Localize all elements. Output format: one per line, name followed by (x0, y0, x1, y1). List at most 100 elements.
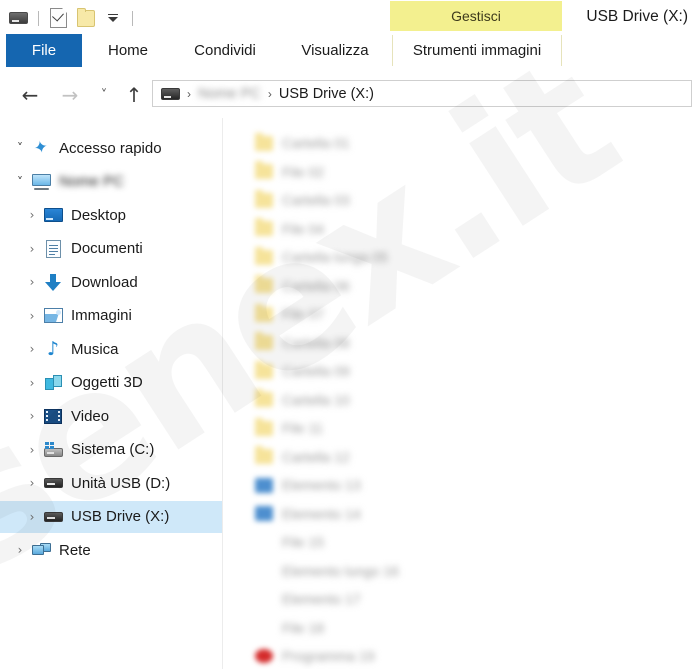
file-list-row[interactable]: Elemento 17 (223, 584, 700, 614)
file-name-label: Cartella 09 (282, 363, 350, 379)
chevron-right-icon[interactable]: › (22, 342, 42, 356)
file-list-row[interactable]: File 11 (223, 413, 700, 443)
file-list-row[interactable]: Elemento 14 (223, 499, 700, 529)
plain-icon (255, 535, 273, 550)
folder-icon (255, 246, 273, 265)
file-name-label: Cartella 03 (282, 192, 350, 208)
breadcrumb-item-pc-name[interactable]: Nome PC (198, 86, 261, 102)
sidebar-item-usb-drive-x[interactable]: › USB Drive (X:) (0, 500, 222, 533)
back-button[interactable]: ← (18, 84, 42, 106)
tab-file[interactable]: File (6, 34, 82, 67)
network-icon (30, 540, 52, 560)
sidebar-item-label: Nome PC (59, 173, 125, 190)
chevron-right-icon[interactable]: › (22, 208, 42, 222)
tab-strumenti-immagini[interactable]: Strumenti immagini (392, 35, 562, 66)
tab-condividi[interactable]: Condividi (175, 35, 275, 66)
breadcrumb-separator-2[interactable]: › (268, 87, 272, 101)
folder-icon (255, 303, 273, 322)
documents-icon (42, 239, 64, 259)
qat-divider-2 (132, 10, 133, 26)
file-name-label: Elemento 14 (282, 505, 361, 522)
file-list-row[interactable]: Programma 19 (223, 641, 700, 669)
sidebar-item-unit-usb-d[interactable]: › Unità USB (D:) (0, 467, 222, 499)
videos-icon (42, 406, 64, 426)
folder-icon (255, 332, 273, 350)
new-folder-icon[interactable] (75, 7, 96, 29)
sidebar-item-accesso-rapido[interactable]: ˅ ✦ Accesso rapido (0, 132, 222, 164)
drive-icon[interactable] (8, 8, 29, 29)
recent-locations-button[interactable]: ˅ (92, 84, 116, 106)
tab-visualizza[interactable]: Visualizza (285, 35, 385, 66)
file-list-row[interactable]: File 07 (223, 299, 700, 329)
folder-icon (255, 218, 273, 236)
sidebar-item-immagini[interactable]: › Immagini (0, 300, 222, 332)
file-list-row[interactable]: Cartella 01 (223, 128, 700, 158)
folder-icon (255, 446, 273, 464)
file-list-row[interactable]: Cartella 10 (223, 385, 700, 415)
chevron-down-icon[interactable] (102, 8, 123, 29)
file-list-row[interactable]: Elemento lungo 16 (223, 556, 700, 586)
sidebar-item-label: Desktop (71, 206, 127, 224)
file-list-row[interactable]: Elemento 13 (223, 470, 700, 500)
file-list-row[interactable]: File 02 (223, 157, 700, 187)
breadcrumb-separator-1[interactable]: › (187, 87, 191, 101)
chevron-right-icon[interactable]: › (22, 309, 42, 323)
chevron-right-icon[interactable]: › (22, 476, 42, 490)
sidebar-item-label: USB Drive (X:) (71, 508, 170, 525)
chevron-right-icon[interactable]: › (22, 376, 42, 390)
quick-access-toolbar (8, 6, 136, 30)
breadcrumb-item-computer[interactable] (161, 87, 180, 100)
chevron-right-icon[interactable]: › (22, 510, 42, 524)
tab-home[interactable]: Home (92, 35, 164, 66)
blue-file-icon (255, 506, 273, 521)
desktop-icon (42, 205, 64, 225)
music-icon: ♪ (46, 337, 60, 360)
chevron-right-icon[interactable]: › (22, 242, 42, 256)
sidebar-item-label: Musica (71, 340, 119, 358)
file-list-row[interactable]: File 18 (223, 613, 700, 643)
blue-file-icon (255, 477, 273, 493)
breadcrumb-bar[interactable]: › Nome PC › USB Drive (X:) (152, 80, 692, 107)
folder-icon (255, 360, 273, 379)
file-list-row[interactable]: File 04 (223, 214, 700, 244)
file-list-row[interactable]: Cartella 09 (223, 356, 700, 386)
address-bar: ← → ˅ ↑ › Nome PC › USB Drive (X:) (0, 76, 700, 114)
sidebar-item-oggetti-3d[interactable]: › Oggetti 3D (0, 367, 222, 399)
content-area: ˅ ✦ Accesso rapido ˅ Nome PC › Desktop › Documen… (0, 118, 700, 669)
chevron-right-icon[interactable]: › (22, 409, 42, 423)
sidebar-item-video[interactable]: › Video (0, 400, 222, 432)
sidebar-item-label: Immagini (71, 307, 132, 324)
sidebar-item-nome-pc[interactable]: ˅ Nome PC (0, 166, 222, 198)
chevron-right-icon[interactable]: › (10, 543, 30, 557)
red-app-icon (255, 649, 273, 663)
file-list-row[interactable]: Cartella lunga 05 (223, 242, 700, 272)
chevron-right-icon[interactable]: › (22, 443, 42, 457)
sidebar-item-label: Download (71, 273, 138, 291)
folder-icon (255, 189, 273, 208)
up-button[interactable]: ↑ (122, 84, 146, 106)
file-list-row[interactable]: Cartella 06 (223, 271, 700, 301)
file-list-row[interactable]: Cartella 12 (223, 442, 700, 472)
sidebar-item-musica[interactable]: › ♪ Musica (0, 333, 222, 365)
sidebar-item-sistema-c[interactable]: › Sistema (C:) (0, 434, 222, 466)
sidebar-item-documenti[interactable]: › Documenti (0, 233, 222, 265)
sidebar-item-download[interactable]: › Download (0, 266, 222, 298)
file-list-row[interactable]: Cartella 03 (223, 185, 700, 215)
chevron-down-icon[interactable]: ˅ (10, 175, 30, 189)
plain-icon (255, 620, 273, 635)
sidebar-item-desktop[interactable]: › Desktop (0, 199, 222, 231)
star-icon: ✦ (31, 136, 50, 159)
file-name-label: Cartella 12 (282, 448, 350, 465)
file-list-row[interactable]: Cartella 08 (223, 328, 700, 358)
chevron-down-icon[interactable]: ˅ (10, 141, 30, 155)
file-name-label: Cartella 08 (282, 334, 350, 351)
properties-checkmark-icon[interactable] (48, 8, 69, 29)
forward-button[interactable]: → (58, 84, 82, 106)
breadcrumb-item-usb-drive[interactable]: USB Drive (X:) (279, 86, 374, 102)
file-list-row[interactable]: File 15 (223, 527, 700, 557)
window-title: USB Drive (X:) (586, 8, 688, 25)
file-list-view[interactable]: Cartella 01 File 02 Cartella 03 File 04 Cart… (223, 118, 700, 669)
chevron-right-icon[interactable]: › (22, 275, 42, 289)
file-name-label: Elemento lungo 16 (282, 562, 399, 579)
sidebar-item-rete[interactable]: › Rete (0, 534, 222, 566)
